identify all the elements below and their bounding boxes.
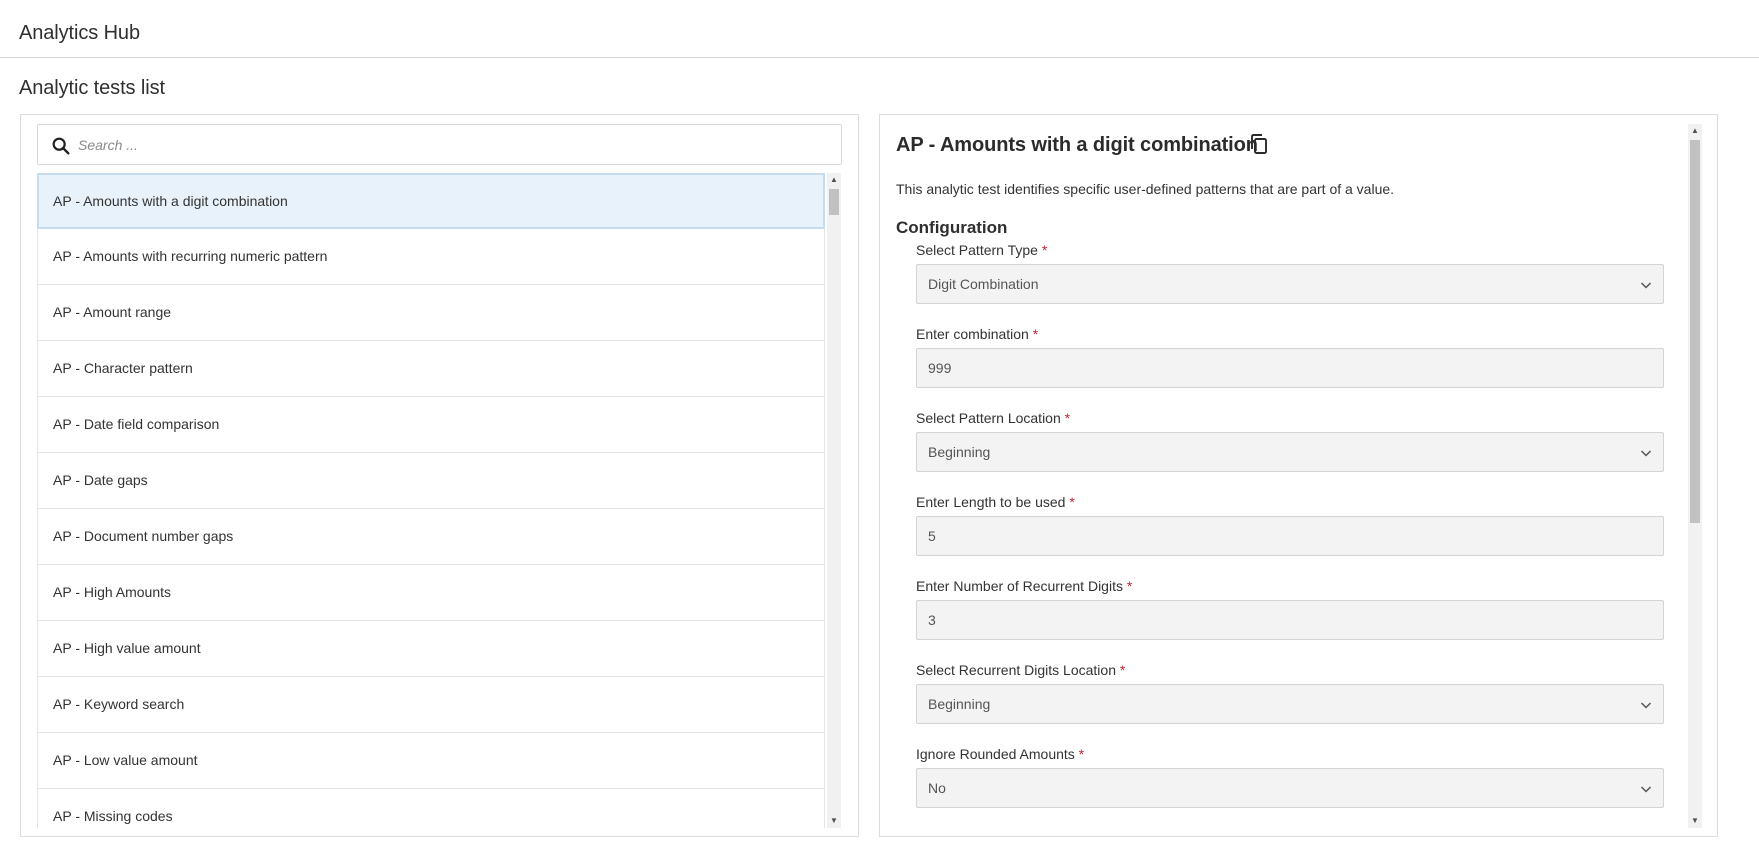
search-box[interactable] bbox=[37, 124, 842, 165]
tests-list: AP - Amounts with a digit combination AP … bbox=[37, 173, 825, 828]
field-label-text: Ignore Rounded Amounts bbox=[916, 746, 1075, 762]
field-select[interactable]: Digit Combination bbox=[916, 264, 1664, 304]
configuration-heading: Configuration bbox=[896, 218, 1008, 237]
test-list-item[interactable]: AP - Missing codes bbox=[37, 789, 825, 828]
scroll-up-arrow-icon[interactable]: ▲ bbox=[1688, 124, 1702, 138]
required-marker: * bbox=[1032, 326, 1039, 342]
required-marker: * bbox=[1078, 746, 1085, 762]
field-label: Enter Number of Recurrent Digits * bbox=[916, 578, 1132, 594]
chevron-down-icon bbox=[1640, 786, 1652, 793]
test-list-item-label: AP - High Amounts bbox=[53, 584, 172, 600]
test-list-item[interactable]: AP - Date field comparison bbox=[37, 397, 825, 453]
chevron-down-icon bbox=[1640, 450, 1652, 457]
field-label-text: Select Recurrent Digits Location bbox=[916, 662, 1116, 678]
field-label: Enter combination * bbox=[916, 326, 1038, 342]
field-select[interactable]: No bbox=[916, 768, 1664, 808]
test-list-item[interactable]: AP - Keyword search bbox=[37, 677, 825, 733]
required-marker: * bbox=[1064, 410, 1071, 426]
field-label-text: Enter Number of Recurrent Digits bbox=[916, 578, 1123, 594]
field-input[interactable]: 5 bbox=[916, 516, 1664, 556]
required-marker: * bbox=[1126, 578, 1133, 594]
field-value: 5 bbox=[928, 528, 936, 544]
required-marker: * bbox=[1119, 662, 1126, 678]
field-value: 999 bbox=[928, 360, 952, 376]
detail-title: AP - Amounts with a digit combination bbox=[896, 134, 1258, 156]
field-value: 3 bbox=[928, 612, 936, 628]
scroll-down-arrow-icon[interactable]: ▼ bbox=[1688, 814, 1702, 828]
test-list-item-label: AP - Keyword search bbox=[53, 696, 185, 712]
test-list-item[interactable]: AP - Low value amount bbox=[37, 733, 825, 789]
field-label-text: Enter Length to be used bbox=[916, 494, 1066, 510]
required-marker: * bbox=[1069, 494, 1075, 510]
test-list-item-label: AP - Document number gaps bbox=[53, 528, 234, 544]
search-input[interactable] bbox=[78, 131, 828, 159]
test-list-item-label: AP - Amount range bbox=[53, 304, 172, 320]
test-list-item[interactable]: AP - Amounts with a digit combination bbox=[37, 173, 825, 229]
test-detail-panel: AP - Amounts with a digit combination Th… bbox=[879, 114, 1718, 837]
field-input[interactable]: 3 bbox=[916, 600, 1664, 640]
list-scrollbar[interactable]: ▲ ▼ bbox=[827, 173, 841, 828]
test-list-item-label: AP - Character pattern bbox=[53, 360, 193, 376]
scroll-thumb[interactable] bbox=[1690, 140, 1700, 523]
test-list-item[interactable]: AP - High value amount bbox=[37, 621, 825, 677]
field-input[interactable]: 999 bbox=[916, 348, 1664, 388]
test-list-item[interactable]: AP - Character pattern bbox=[37, 341, 825, 397]
test-list-item[interactable]: AP - High Amounts bbox=[37, 565, 825, 621]
field-label-text: Enter combination bbox=[916, 326, 1029, 342]
field-value: Beginning bbox=[928, 696, 991, 712]
required-marker: * bbox=[1041, 242, 1048, 258]
search-icon bbox=[52, 137, 70, 155]
test-list-item[interactable]: AP - Amount range bbox=[37, 285, 825, 341]
field-label-text: Select Pattern Type bbox=[916, 242, 1038, 258]
field-label: Select Pattern Type * bbox=[916, 242, 1047, 258]
scroll-up-arrow-icon[interactable]: ▲ bbox=[827, 173, 841, 187]
field-value: Beginning bbox=[928, 444, 991, 460]
app-title: Analytics Hub bbox=[19, 22, 140, 44]
scroll-thumb[interactable] bbox=[829, 189, 839, 215]
app-header: Analytics Hub bbox=[0, 0, 1759, 58]
copy-icon[interactable] bbox=[1247, 132, 1271, 156]
field-label-text: Select Pattern Location bbox=[916, 410, 1061, 426]
test-list-item[interactable]: AP - Date gaps bbox=[37, 453, 825, 509]
field-value: No bbox=[928, 780, 946, 796]
test-list-item-label: AP - High value amount bbox=[53, 640, 201, 656]
tests-list-panel: AP - Amounts with a digit combination AP … bbox=[20, 114, 859, 837]
test-list-item-label: AP - Amounts with recurring numeric patt… bbox=[53, 248, 328, 264]
field-select[interactable]: Beginning bbox=[916, 684, 1664, 724]
field-label: Select Recurrent Digits Location * bbox=[916, 662, 1125, 678]
detail-description: This analytic test identifies specific u… bbox=[896, 181, 1395, 197]
field-label: Enter Length to be used * bbox=[916, 494, 1075, 510]
test-list-item-label: AP - Amounts with a digit combination bbox=[53, 193, 288, 209]
page-title: Analytic tests list bbox=[19, 77, 165, 99]
test-list-item-label: AP - Missing codes bbox=[53, 808, 173, 824]
detail-scrollbar[interactable]: ▲ ▼ bbox=[1688, 124, 1702, 828]
field-label: Ignore Rounded Amounts * bbox=[916, 746, 1084, 762]
test-list-item[interactable]: AP - Document number gaps bbox=[37, 509, 825, 565]
test-list-item-label: AP - Date field comparison bbox=[53, 416, 220, 432]
chevron-down-icon bbox=[1640, 702, 1652, 709]
test-list-item[interactable]: AP - Amounts with recurring numeric patt… bbox=[37, 229, 825, 285]
field-value: Digit Combination bbox=[928, 276, 1039, 292]
test-list-item-label: AP - Low value amount bbox=[53, 752, 198, 768]
scroll-down-arrow-icon[interactable]: ▼ bbox=[827, 814, 841, 828]
chevron-down-icon bbox=[1640, 282, 1652, 289]
field-label: Select Pattern Location * bbox=[916, 410, 1070, 426]
test-list-item-label: AP - Date gaps bbox=[53, 472, 148, 488]
field-select[interactable]: Beginning bbox=[916, 432, 1664, 472]
